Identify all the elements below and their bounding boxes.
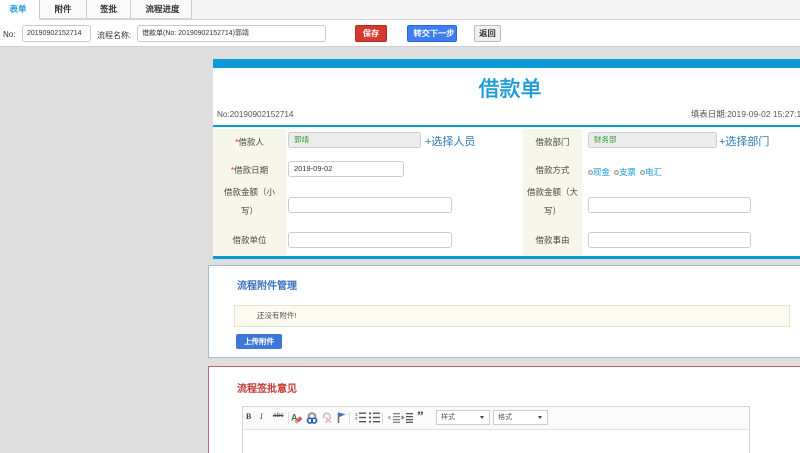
svg-text:2: 2 [355, 416, 358, 421]
